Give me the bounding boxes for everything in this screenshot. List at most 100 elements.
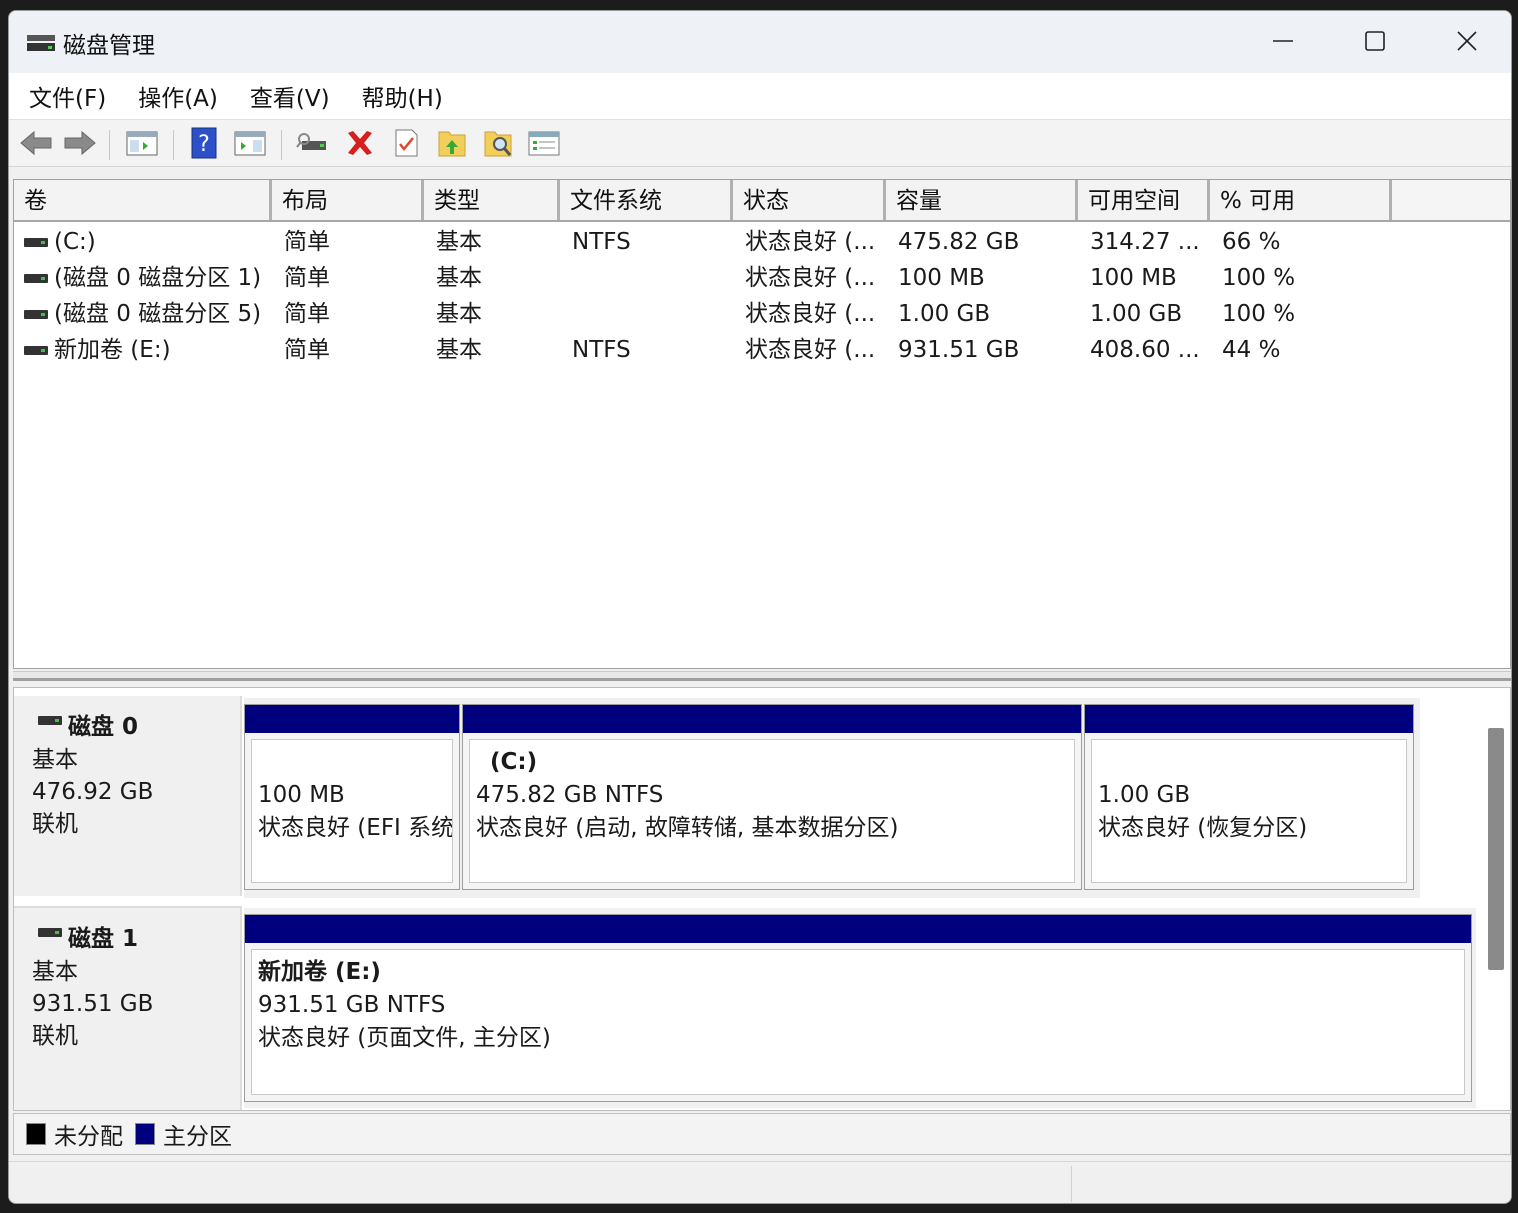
cell-volume: (磁盘 0 磁盘分区 5) [54,301,262,327]
cell-type: 基本 [436,337,482,363]
close-button[interactable] [1421,11,1511,71]
toolbar-separator [109,130,110,160]
cell-type: 基本 [436,229,482,255]
disk-1-partitions: 新加卷 (E:) 931.51 GB NTFS 状态良好 (页面文件, 主分区) [244,908,1476,1108]
disk-size: 476.92 GB [32,779,154,805]
column-header-free-space[interactable]: 可用空间 [1078,180,1210,220]
disk-name: 磁盘 1 [68,926,139,952]
cell-volume: 新加卷 (E:) [54,337,171,363]
toolbar-separator [281,130,282,160]
column-header-type[interactable]: 类型 [424,180,560,220]
minimize-button[interactable] [1237,11,1329,71]
drive-icon [24,346,48,355]
partition-size: 100 MB [258,782,345,808]
cell-status: 状态良好 (... [745,265,876,291]
volume-list[interactable]: 卷 布局 类型 文件系统 状态 容量 可用空间 % 可用 (C:) 简单 基本 … [13,179,1511,669]
cell-status: 状态良好 (... [745,301,876,327]
partition-status: 状态良好 (页面文件, 主分区) [258,1025,551,1051]
back-button[interactable] [19,126,53,160]
disk-name: 磁盘 0 [68,714,139,740]
maximize-icon [1365,31,1385,51]
table-row[interactable]: (磁盘 0 磁盘分区 1) 简单 基本 状态良好 (... 100 MB 100… [14,260,1510,296]
table-row[interactable]: (C:) 简单 基本 NTFS 状态良好 (... 475.82 GB 314.… [14,224,1510,260]
cell-layout: 简单 [284,265,330,291]
find-button[interactable] [481,126,515,160]
partition-status: 状态良好 (恢复分区) [1098,815,1308,841]
vertical-scrollbar[interactable] [1486,718,1504,1088]
cell-capacity: 100 MB [898,265,985,291]
column-header-filesystem[interactable]: 文件系统 [560,180,733,220]
disk-icon [38,716,62,725]
delete-button[interactable] [343,126,377,160]
table-row[interactable]: 新加卷 (E:) 简单 基本 NTFS 状态良好 (... 931.51 GB … [14,332,1510,368]
partition-status: 状态良好 (EFI 系统分区) [258,815,453,841]
partition-size: 475.82 GB NTFS [476,782,664,808]
up-level-button[interactable] [435,126,469,160]
cell-filesystem: NTFS [572,229,631,255]
column-header-volume[interactable]: 卷 [14,180,272,220]
forward-icon [64,130,96,156]
svg-text:?: ? [198,132,210,157]
disk-1-label[interactable]: 磁盘 1 基本 931.51 GB 联机 [14,906,242,1110]
column-header-status[interactable]: 状态 [733,180,886,220]
pane-splitter[interactable] [13,671,1511,681]
cell-status: 状态良好 (... [745,229,876,255]
disk-0-partitions: 100 MB 状态良好 (EFI 系统分区) (C:) 475.82 GB NT… [244,698,1420,898]
delete-icon [348,131,372,155]
cell-layout: 简单 [284,229,330,255]
partition-e[interactable]: 新加卷 (E:) 931.51 GB NTFS 状态良好 (页面文件, 主分区) [244,914,1472,1102]
scrollbar-thumb[interactable] [1488,728,1504,970]
list-view-button[interactable] [527,126,561,160]
status-separator [1071,1166,1072,1202]
cell-free-space: 314.27 ... [1090,229,1200,255]
menu-file[interactable]: 文件(F) [29,77,106,115]
menu-help[interactable]: 帮助(H) [362,77,443,115]
list-header: 卷 布局 类型 文件系统 状态 容量 可用空间 % 可用 [14,180,1510,222]
column-header-layout[interactable]: 布局 [272,180,424,220]
show-hide-console-tree-button[interactable] [125,126,159,160]
console-tree-icon [126,131,158,156]
menu-action[interactable]: 操作(A) [138,77,218,115]
connect-disk-button[interactable] [295,126,329,160]
disk-0-label[interactable]: 磁盘 0 基本 476.92 GB 联机 [14,696,242,896]
cell-layout: 简单 [284,301,330,327]
disk-state: 联机 [32,811,78,837]
connect-disk-icon [296,133,326,150]
forward-button[interactable] [63,126,97,160]
cell-free-space: 100 MB [1090,265,1177,291]
title-bar[interactable]: 磁盘管理 [9,11,1511,73]
show-hide-action-pane-button[interactable] [233,126,267,160]
cell-percent-free: 44 % [1222,337,1281,363]
partition-title: 新加卷 (E:) [258,959,381,985]
column-header-capacity[interactable]: 容量 [886,180,1078,220]
cell-capacity: 931.51 GB [898,337,1020,363]
partition-efi[interactable]: 100 MB 状态良好 (EFI 系统分区) [244,704,460,890]
disk-type: 基本 [32,747,78,773]
disk-graphical-view[interactable]: 磁盘 0 基本 476.92 GB 联机 100 MB 状态良好 (EFI 系统… [13,687,1511,1111]
cell-capacity: 1.00 GB [898,301,991,327]
legend-label-primary: 主分区 [163,1124,232,1150]
maximize-button[interactable] [1329,11,1421,71]
partition-title [258,746,452,779]
status-bar [9,1161,1511,1203]
partition-recovery[interactable]: 1.00 GB 状态良好 (恢复分区) [1084,704,1414,890]
cell-type: 基本 [436,301,482,327]
help-button[interactable]: ? [187,126,221,160]
minimize-icon [1273,40,1293,42]
disk-icon [38,928,62,937]
disk-type: 基本 [32,959,78,985]
primary-partition-bar [463,705,1081,733]
partition-c[interactable]: (C:) 475.82 GB NTFS 状态良好 (启动, 故障转储, 基本数据… [462,704,1082,890]
cell-volume: (C:) [54,229,96,255]
disk-management-window: 磁盘管理 文件(F) 操作(A) 查看(V) 帮助(H) ? 卷 布局 类型 文… [8,10,1512,1204]
close-icon [1457,31,1477,51]
action-pane-icon [234,131,266,156]
cell-percent-free: 100 % [1222,301,1296,327]
menu-view[interactable]: 查看(V) [250,77,330,115]
table-row[interactable]: (磁盘 0 磁盘分区 5) 简单 基本 状态良好 (... 1.00 GB 1.… [14,296,1510,332]
column-header-percent-free[interactable]: % 可用 [1210,180,1392,220]
cell-free-space: 1.00 GB [1090,301,1183,327]
legend-swatch-unallocated [26,1123,46,1145]
drive-icon [24,310,48,319]
properties-button[interactable] [389,126,423,160]
